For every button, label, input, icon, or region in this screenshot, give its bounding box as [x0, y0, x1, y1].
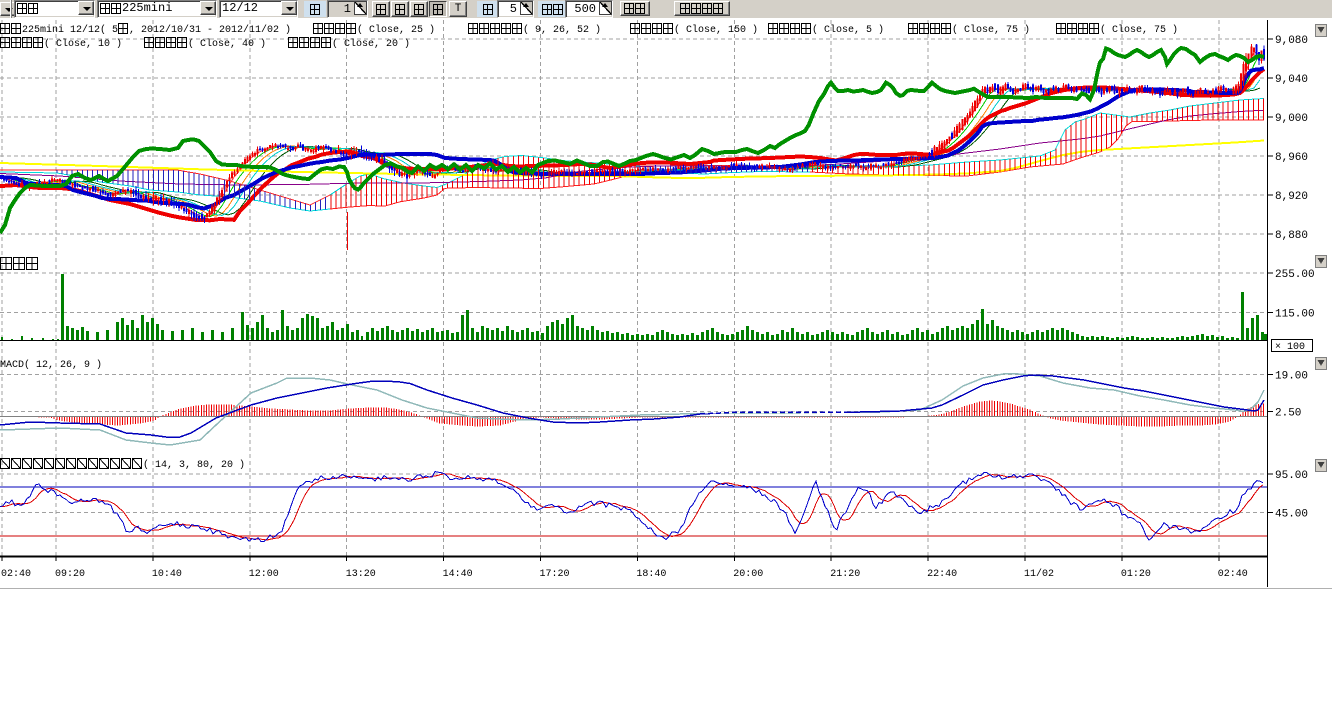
- svg-text:13:20: 13:20: [346, 569, 376, 580]
- svg-text:( Close, 150 ): ( Close, 150 ): [674, 24, 758, 36]
- svg-text:20:00: 20:00: [733, 569, 763, 580]
- svg-text:14:40: 14:40: [443, 569, 473, 580]
- svg-text:02:40: 02:40: [1, 569, 31, 580]
- svg-text:8,880: 8,880: [1275, 230, 1308, 242]
- svg-text:( 9, 26, 52 ): ( 9, 26, 52 ): [523, 24, 601, 36]
- svg-text:255.00: 255.00: [1275, 269, 1315, 281]
- svg-text:09:20: 09:20: [55, 569, 85, 580]
- svg-text:115.00: 115.00: [1275, 309, 1315, 321]
- svg-text:12:00: 12:00: [249, 569, 279, 580]
- svg-text:( 14, 3, 80, 20 ): ( 14, 3, 80, 20 ): [143, 459, 245, 471]
- svg-text:, 2012/10/31 - 2012/11/02 ): , 2012/10/31 - 2012/11/02 ): [129, 24, 291, 36]
- svg-text:10:40: 10:40: [152, 569, 182, 580]
- svg-text:01:20: 01:20: [1121, 569, 1151, 580]
- svg-text:17:20: 17:20: [540, 569, 570, 580]
- svg-text:( Close, 75 ): ( Close, 75 ): [1100, 24, 1178, 36]
- svg-text:( Close, 5 ): ( Close, 5 ): [812, 24, 884, 36]
- svg-text:2.50: 2.50: [1275, 408, 1301, 420]
- svg-text:22:40: 22:40: [927, 569, 957, 580]
- svg-text:02:40: 02:40: [1218, 569, 1248, 580]
- svg-text:( Close, 20 ): ( Close, 20 ): [332, 38, 410, 50]
- svg-text:11/02: 11/02: [1024, 568, 1054, 580]
- svg-text:95.00: 95.00: [1275, 470, 1308, 482]
- svg-text:9,000: 9,000: [1275, 113, 1308, 125]
- svg-text:18:40: 18:40: [636, 569, 666, 580]
- svg-text:( Close, 10 ): ( Close, 10 ): [44, 38, 122, 50]
- svg-text:9,080: 9,080: [1275, 35, 1308, 47]
- svg-text:21:20: 21:20: [830, 569, 860, 580]
- svg-text:MACD( 12, 26, 9 ): MACD( 12, 26, 9 ): [0, 359, 102, 371]
- svg-text:× 100: × 100: [1275, 342, 1305, 353]
- svg-text:( Close, 40 ): ( Close, 40 ): [188, 38, 266, 50]
- svg-text:45.00: 45.00: [1275, 509, 1308, 521]
- svg-text:9,040: 9,040: [1275, 74, 1308, 86]
- svg-text:225mini 12/12( 5: 225mini 12/12( 5: [22, 24, 118, 36]
- svg-text:( Close, 25 ): ( Close, 25 ): [357, 24, 435, 36]
- svg-text:8,920: 8,920: [1275, 191, 1308, 203]
- svg-text:19.00: 19.00: [1275, 371, 1308, 383]
- svg-text:( Close, 75 ): ( Close, 75 ): [952, 24, 1030, 36]
- svg-text:8,960: 8,960: [1275, 152, 1308, 164]
